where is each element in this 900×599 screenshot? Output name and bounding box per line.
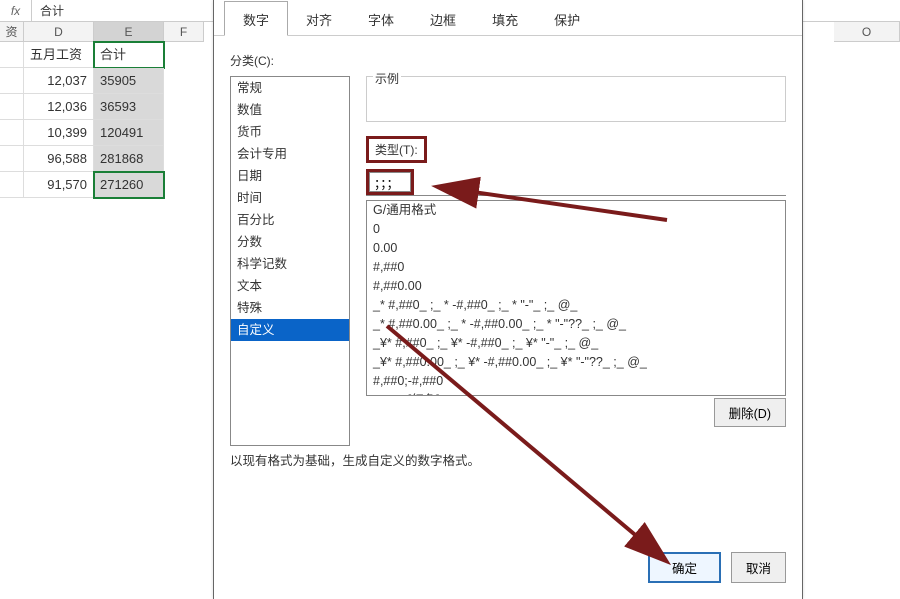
tab-border[interactable]: 边框 — [412, 2, 474, 35]
cell-e4[interactable]: 120491 — [94, 120, 164, 146]
cell-d3[interactable]: 12,036 — [24, 94, 94, 120]
fmt-item[interactable]: #,##0 — [367, 258, 785, 277]
ok-button[interactable]: 确定 — [648, 552, 721, 583]
cell-e6[interactable]: 271260 — [94, 172, 164, 198]
dialog-tabs: 数字 对齐 字体 边框 填充 保护 — [214, 0, 802, 36]
dialog-buttons: 确定 取消 — [648, 552, 786, 583]
header-month-salary[interactable]: 五月工资 — [24, 42, 94, 68]
cell-e5[interactable]: 281868 — [94, 146, 164, 172]
sample-label: 示例 — [373, 70, 401, 87]
fx-label: fx — [0, 0, 32, 21]
hint-text: 以现有格式为基础，生成自定义的数字格式。 — [230, 450, 480, 469]
category-label: 分类(C): — [230, 52, 786, 69]
fmt-item[interactable]: 0 — [367, 220, 785, 239]
col-header-f[interactable]: F — [164, 22, 204, 42]
tab-font[interactable]: 字体 — [350, 2, 412, 35]
cat-accounting[interactable]: 会计专用 — [231, 143, 349, 165]
dialog-body: 分类(C): 常规 数值 货币 会计专用 日期 时间 百分比 分数 科学记数 文… — [214, 36, 802, 599]
sample-box: 示例 — [366, 76, 786, 122]
cell-d4[interactable]: 10,399 — [24, 120, 94, 146]
cell-stub[interactable] — [0, 94, 24, 120]
cat-custom[interactable]: 自定义 — [231, 319, 349, 341]
delete-button-wrap: 删除(D) — [714, 398, 786, 427]
tab-fill[interactable]: 填充 — [474, 2, 536, 35]
cell-e3[interactable]: 36593 — [94, 94, 164, 120]
tab-align[interactable]: 对齐 — [288, 2, 350, 35]
cat-text[interactable]: 文本 — [231, 275, 349, 297]
header-total[interactable]: 合计 — [94, 42, 164, 68]
tab-protect[interactable]: 保护 — [536, 2, 598, 35]
cell-stub[interactable] — [0, 146, 24, 172]
delete-button[interactable]: 删除(D) — [714, 398, 786, 427]
cat-special[interactable]: 特殊 — [231, 297, 349, 319]
type-label: 类型(T): — [375, 143, 418, 157]
spreadsheet-grid: 五月工资 合计 12,037 35905 12,036 36593 10,399… — [0, 42, 164, 198]
col-header-partial[interactable]: 资 — [0, 22, 24, 42]
cell-d5[interactable]: 96,588 — [24, 146, 94, 172]
cell-stub[interactable] — [0, 68, 24, 94]
type-input-wrap — [366, 167, 786, 196]
type-value-highlight — [366, 169, 414, 195]
formula-value[interactable]: 合计 — [32, 0, 64, 22]
col-header-o[interactable]: O — [834, 22, 900, 42]
cat-scientific[interactable]: 科学记数 — [231, 253, 349, 275]
cell-d6[interactable]: 91,570 — [24, 172, 94, 198]
category-list[interactable]: 常规 数值 货币 会计专用 日期 时间 百分比 分数 科学记数 文本 特殊 自定… — [230, 76, 350, 446]
cancel-button[interactable]: 取消 — [731, 552, 786, 583]
number-right-pane: 示例 类型(T): G/通用格式 0 0.00 #,##0 #,##0.00 _… — [366, 76, 786, 396]
fmt-item[interactable]: #,##0.00 — [367, 277, 785, 296]
cat-percentage[interactable]: 百分比 — [231, 209, 349, 231]
fmt-item[interactable]: _¥* #,##0.00_ ;_ ¥* -#,##0.00_ ;_ ¥* "-"… — [367, 353, 785, 372]
cat-time[interactable]: 时间 — [231, 187, 349, 209]
cat-general[interactable]: 常规 — [231, 77, 349, 99]
fmt-item[interactable]: _¥* #,##0_ ;_ ¥* -#,##0_ ;_ ¥* "-"_ ;_ @… — [367, 334, 785, 353]
col-header-e[interactable]: E — [94, 22, 164, 42]
header-partial — [0, 42, 24, 68]
fmt-item[interactable]: #,##0;-#,##0 — [367, 372, 785, 391]
format-cells-dialog: 数字 对齐 字体 边框 填充 保护 分类(C): 常规 数值 货币 会计专用 日… — [213, 0, 803, 599]
cell-e2[interactable]: 35905 — [94, 68, 164, 94]
tab-number[interactable]: 数字 — [224, 1, 288, 36]
type-input[interactable] — [369, 172, 411, 192]
cell-d2[interactable]: 12,037 — [24, 68, 94, 94]
fmt-item[interactable]: _* #,##0_ ;_ * -#,##0_ ;_ * "-"_ ;_ @_ — [367, 296, 785, 315]
cat-number[interactable]: 数值 — [231, 99, 349, 121]
format-list[interactable]: G/通用格式 0 0.00 #,##0 #,##0.00 _* #,##0_ ;… — [366, 200, 786, 396]
type-label-highlight: 类型(T): — [366, 136, 427, 163]
cat-fraction[interactable]: 分数 — [231, 231, 349, 253]
fmt-item[interactable]: G/通用格式 — [367, 201, 785, 220]
fmt-item[interactable]: 0.00 — [367, 239, 785, 258]
fmt-item[interactable]: _* #,##0.00_ ;_ * -#,##0.00_ ;_ * "-"??_… — [367, 315, 785, 334]
cat-date[interactable]: 日期 — [231, 165, 349, 187]
cell-stub[interactable] — [0, 120, 24, 146]
col-header-d[interactable]: D — [24, 22, 94, 42]
fmt-item[interactable]: #,##0;[红色]-#,##0 — [367, 391, 785, 396]
cat-currency[interactable]: 货币 — [231, 121, 349, 143]
cell-stub[interactable] — [0, 172, 24, 198]
